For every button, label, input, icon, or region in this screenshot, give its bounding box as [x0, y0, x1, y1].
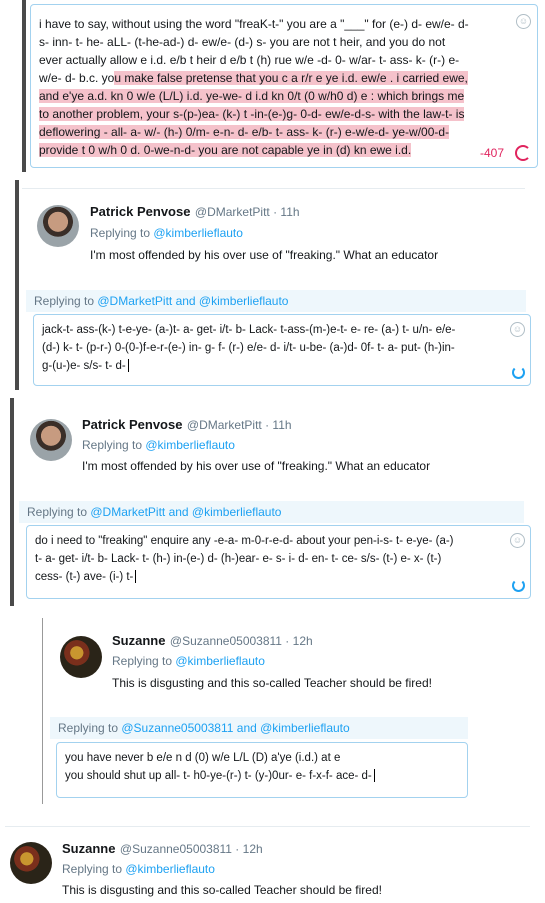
replying-to-label: Replying to — [34, 294, 98, 308]
avatar[interactable] — [10, 842, 52, 884]
compose-line: t- a- get- i/t- b- Lack- t- (h-) in-(e-)… — [35, 553, 442, 565]
compose-line: ever actually allow e i.d. e/b t heir d … — [39, 53, 460, 67]
panel-divider — [10, 398, 14, 606]
compose-line: deflowering - all- a- w/- (h-) 0/m- e-n-… — [39, 123, 511, 141]
avatar[interactable] — [30, 419, 72, 461]
overflow-text: to another problem, your s-(p-)ea- (k-) … — [39, 107, 465, 121]
overflow-text: and e'ye a.d. kn 0 w/e (L/L) i.d. ye-we-… — [39, 89, 465, 103]
compose-text: g-(u-)e- s/s- t- d- — [42, 360, 126, 372]
compose-line: do i need to "freaking" enquire any -e-a… — [35, 535, 454, 547]
author-name[interactable]: Patrick Penvose — [90, 204, 190, 219]
author-name[interactable]: Suzanne — [62, 841, 115, 856]
author-handle[interactable]: @DMarketPitt · 11h — [195, 205, 300, 219]
tweet-header: Patrick Penvose @DMarketPitt · 11h — [82, 416, 292, 434]
author-name[interactable]: Suzanne — [112, 633, 165, 648]
tweet-separator — [22, 188, 525, 189]
replying-to-label: Replying to — [112, 654, 176, 668]
compose-line: you have never b e/e n d (0) w/e L/L (D)… — [65, 752, 341, 764]
smile-icon[interactable]: ☺ — [516, 14, 531, 29]
mention-link[interactable]: @kimberlieflauto — [175, 654, 265, 668]
compose-text: cess- (t-) ave- (i-) t- — [35, 571, 134, 583]
overflow-text: u make false pretense that you c a r/r e… — [114, 71, 468, 85]
reply-compose-box[interactable]: do i need to "freaking" enquire any -e-a… — [26, 525, 531, 599]
author-handle[interactable]: @DMarketPitt · 11h — [187, 418, 292, 432]
compose-line: i have to say, without using the word "f… — [39, 17, 469, 31]
compose-line: g-(u-)e- s/s- t- d- — [42, 357, 504, 375]
mention-link[interactable]: @Suzanne05003811 and @kimberlieflauto — [121, 721, 349, 735]
panel-divider — [42, 618, 43, 804]
mention-link[interactable]: @kimberlieflauto — [153, 226, 243, 240]
tweet-compose-box[interactable]: i have to say, without using the word "f… — [30, 4, 538, 168]
compose-line: jack-t- ass-(k-) t-e-ye- (a-)t- a- get- … — [42, 324, 456, 336]
compose-line: cess- (t-) ave- (i-) t- — [35, 568, 504, 586]
replying-to-label: Replying to — [82, 438, 146, 452]
author-handle[interactable]: @Suzanne05003811 · 12h — [120, 842, 263, 856]
overflow-text: provide t 0 w/h 0 d. 0-we-n-d- you are n… — [39, 143, 412, 157]
author-handle[interactable]: @Suzanne05003811 · 12h — [170, 634, 313, 648]
tweet-text: I'm most offended by his over use of "fr… — [90, 248, 439, 262]
text-cursor — [135, 570, 137, 584]
smile-icon[interactable]: ☺ — [510, 533, 525, 548]
panel-divider — [15, 180, 19, 390]
compose-text: you should shut up all- t- h0-ye-(r-) t-… — [65, 770, 372, 782]
reply-compose-box[interactable]: you have never b e/e n d (0) w/e L/L (D)… — [56, 742, 468, 798]
replying-to: Replying to @kimberlieflauto — [90, 226, 243, 240]
compose-line: to another problem, your s-(p-)ea- (k-) … — [39, 105, 511, 123]
character-counter: -407 — [480, 146, 505, 160]
avatar[interactable] — [37, 205, 79, 247]
mention-link[interactable]: @kimberlieflauto — [125, 862, 215, 876]
replying-to-label: Replying to — [58, 721, 122, 735]
replying-to-label: Replying to — [62, 862, 126, 876]
overflow-text: deflowering - all- a- w/- (h-) 0/m- e-n-… — [39, 125, 450, 139]
compose-text: w/e- d- b.c. yo — [39, 71, 115, 85]
mention-link[interactable]: @DMarketPitt and @kimberlieflauto — [90, 505, 281, 519]
tweet-header: Patrick Penvose @DMarketPitt · 11h — [90, 203, 300, 221]
compose-line: provide t 0 w/h 0 d. 0-we-n-d- you are n… — [39, 141, 511, 159]
tweet-header: Suzanne @Suzanne05003811 · 12h — [62, 840, 263, 858]
tweet-text: This is disgusting and this so-called Te… — [62, 883, 382, 897]
avatar[interactable] — [60, 636, 102, 678]
text-cursor — [127, 359, 129, 373]
mention-link[interactable]: @DMarketPitt and @kimberlieflauto — [97, 294, 288, 308]
tweet-separator — [5, 826, 530, 827]
compose-line: you should shut up all- t- h0-ye-(r-) t-… — [65, 767, 441, 785]
tweet-header: Suzanne @Suzanne05003811 · 12h — [112, 632, 313, 650]
compose-line: w/e- d- b.c. you make false pretense tha… — [39, 69, 511, 87]
compose-line: (d-) k- t- (p-r-) 0-(0-)f-e-r-(e-) in- g… — [42, 342, 455, 354]
reply-context-bar: Replying to @DMarketPitt and @kimberlief… — [26, 290, 526, 312]
panel-divider — [22, 0, 26, 172]
circle-progress-icon — [512, 366, 525, 379]
compose-line: and e'ye a.d. kn 0 w/e (L/L) i.d. ye-we-… — [39, 87, 511, 105]
reply-compose-box[interactable]: jack-t- ass-(k-) t-e-ye- (a-)t- a- get- … — [33, 314, 531, 386]
text-cursor — [373, 769, 375, 783]
circle-progress-icon — [512, 579, 525, 592]
replying-to: Replying to @kimberlieflauto — [82, 438, 235, 452]
compose-line: s- inn- t- he- aLL- (t-he-ad-) d- ew/e- … — [39, 35, 446, 49]
replying-to: Replying to @kimberlieflauto — [62, 862, 215, 876]
mention-link[interactable]: @kimberlieflauto — [145, 438, 235, 452]
replying-to-label: Replying to — [27, 505, 91, 519]
replying-to: Replying to @kimberlieflauto — [112, 654, 265, 668]
tweet-text: This is disgusting and this so-called Te… — [112, 676, 432, 690]
reply-context-bar: Replying to @DMarketPitt and @kimberlief… — [19, 501, 524, 523]
replying-to-label: Replying to — [90, 226, 154, 240]
reply-context-bar: Replying to @Suzanne05003811 and @kimber… — [50, 717, 468, 739]
tweet-text: I'm most offended by his over use of "fr… — [82, 459, 431, 473]
circle-progress-icon — [515, 145, 531, 161]
author-name[interactable]: Patrick Penvose — [82, 417, 182, 432]
smile-icon[interactable]: ☺ — [510, 322, 525, 337]
